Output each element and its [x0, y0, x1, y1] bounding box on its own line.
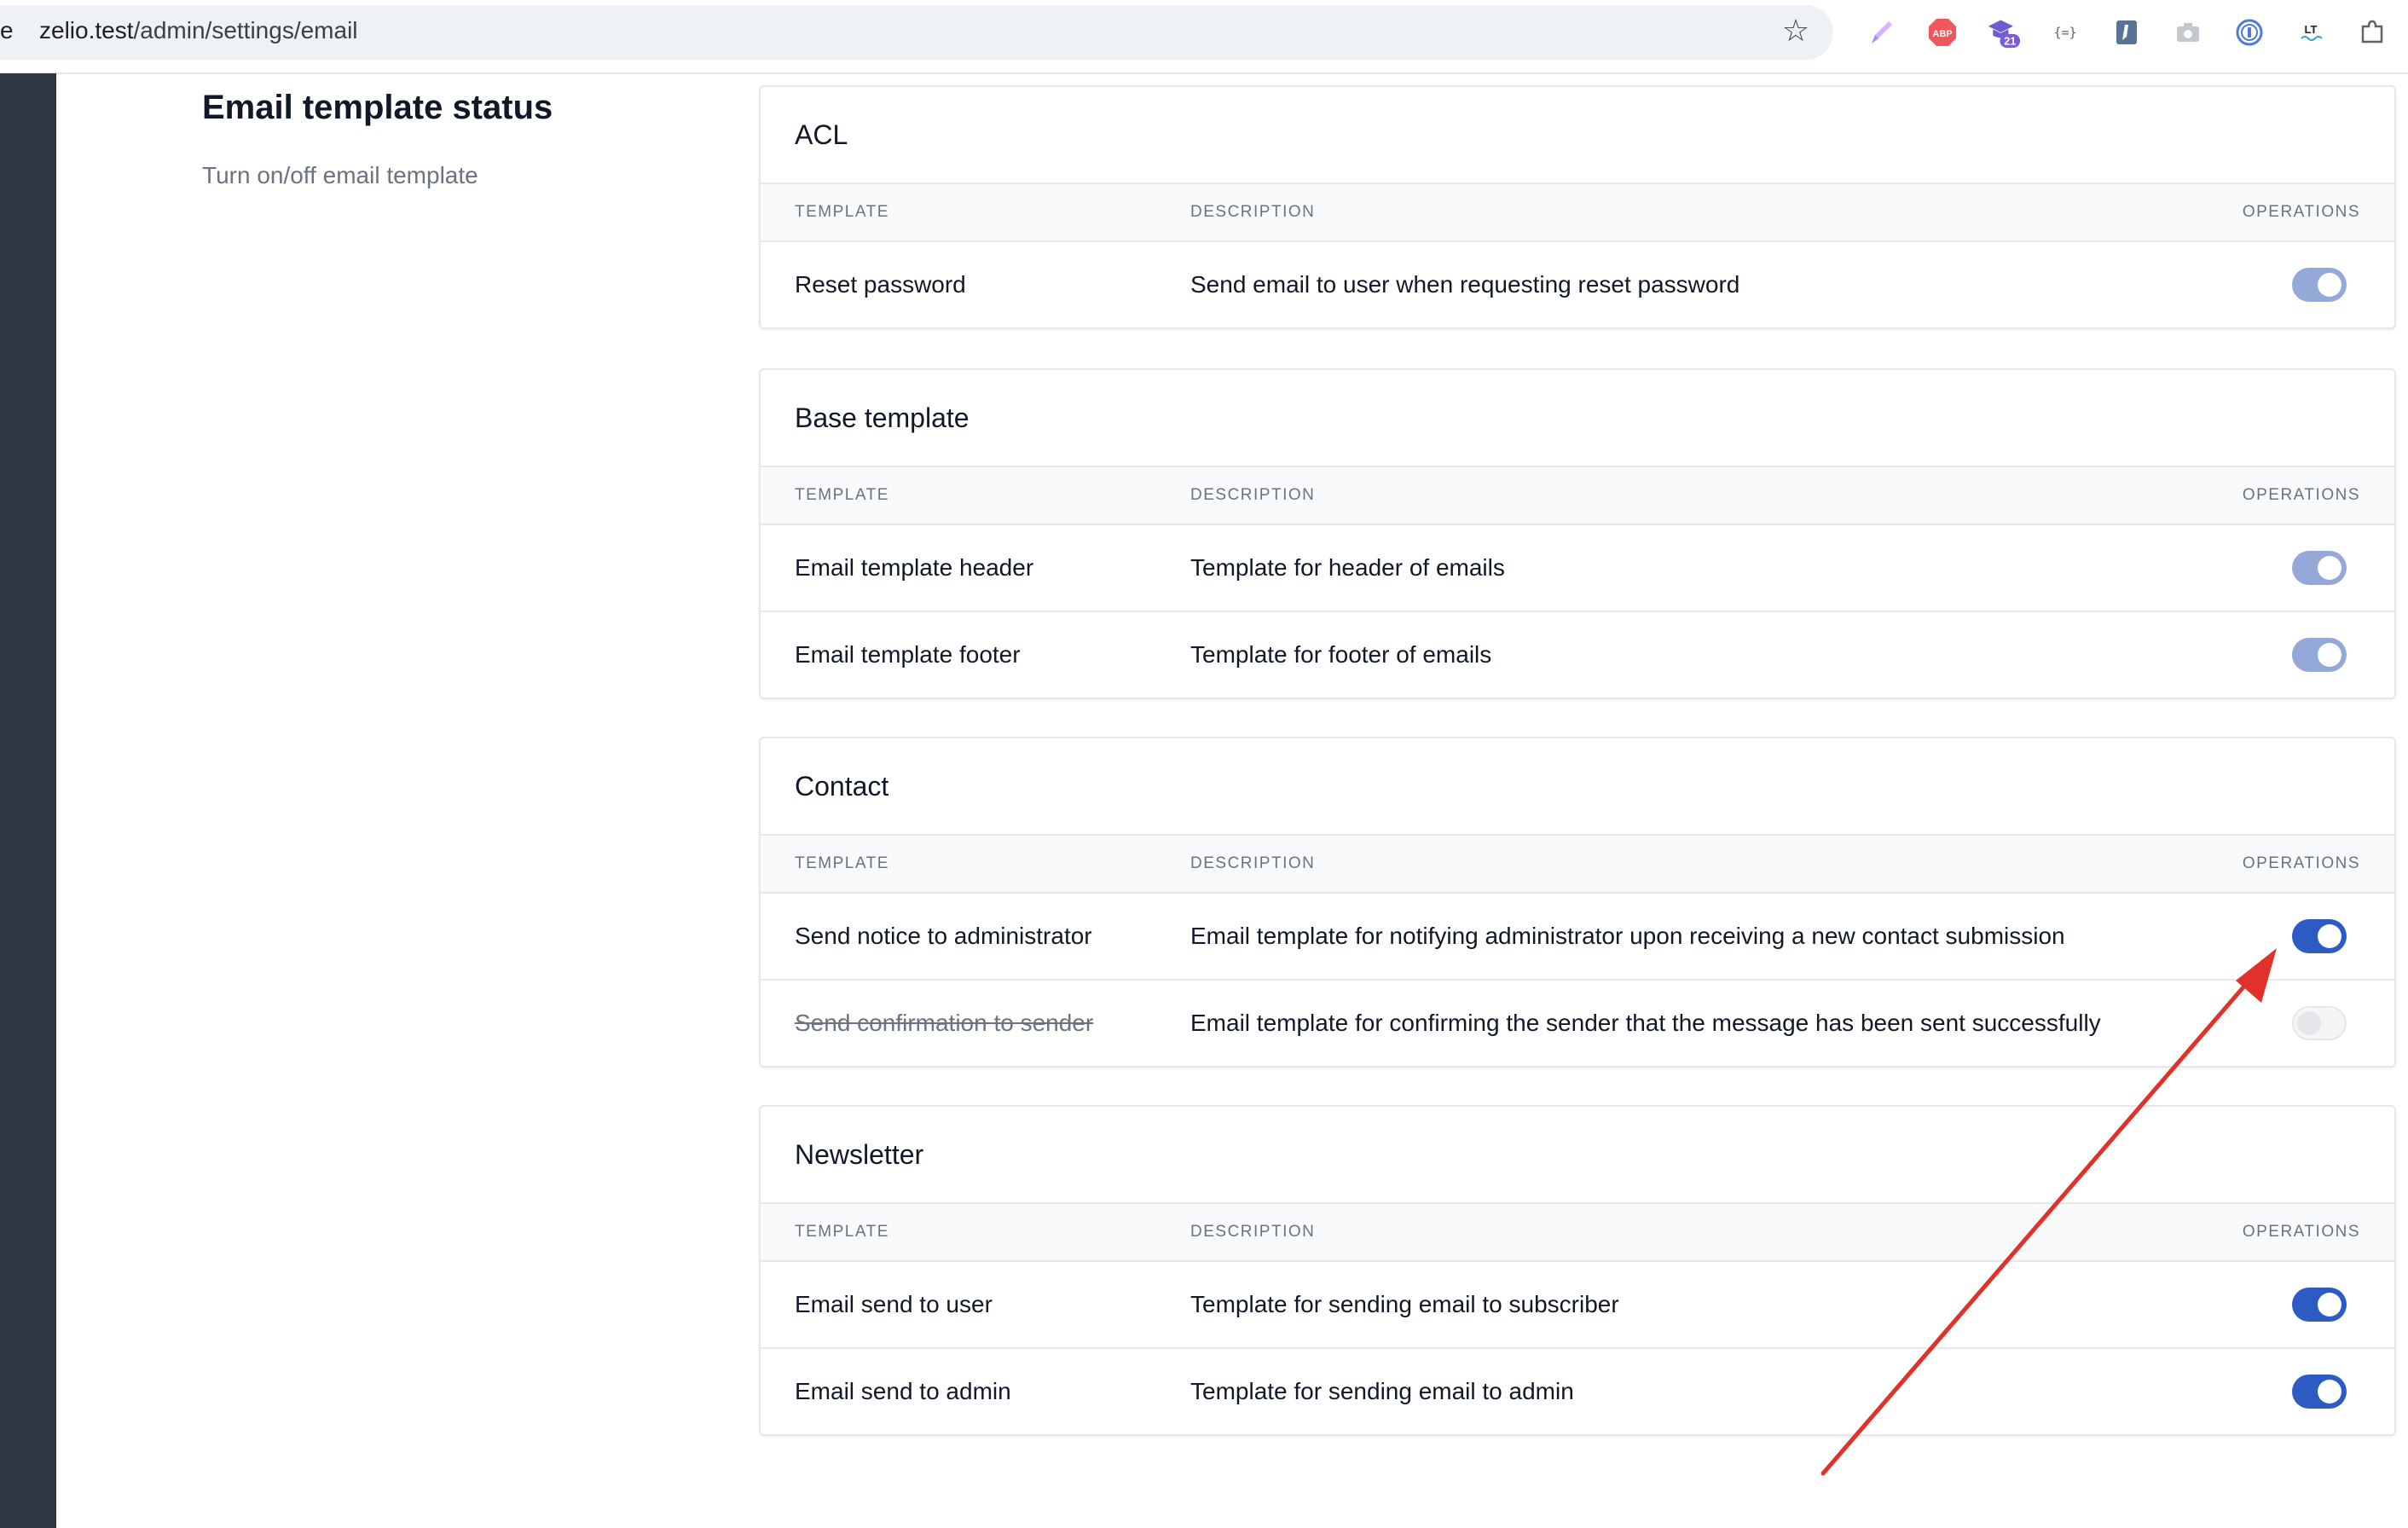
toggle-knob: [2318, 924, 2341, 948]
json-extension-icon[interactable]: {=}: [2048, 15, 2082, 49]
pen-extension-icon[interactable]: [1864, 15, 1898, 49]
header-description: DESCRIPTION: [1190, 1223, 1316, 1241]
template-description: Email template for confirming the sender…: [1190, 1010, 2101, 1036]
template-name: Email send to user: [795, 1291, 993, 1317]
camera-extension-icon[interactable]: [2171, 15, 2205, 49]
status-toggle[interactable]: [2292, 1006, 2347, 1040]
table-header: TEMPLATE DESCRIPTION OPERATIONS: [761, 467, 2394, 525]
toggle-knob: [2318, 1293, 2341, 1317]
header-description: DESCRIPTION: [1190, 854, 1316, 872]
template-description: Send email to user when requesting reset…: [1190, 271, 1740, 298]
card-title: Newsletter: [761, 1107, 2394, 1204]
card-acl: ACL TEMPLATE DESCRIPTION OPERATIONS Rese…: [759, 85, 2396, 329]
address-bar-edge-text: e: [0, 17, 14, 43]
password-manager-icon[interactable]: [2232, 15, 2266, 49]
status-toggle[interactable]: [2292, 1288, 2347, 1322]
status-toggle[interactable]: [2292, 268, 2347, 302]
browser-toolbar: e zelio.test/admin/settings/email ☆ ABP …: [0, 0, 2408, 74]
template-name: Email template header: [795, 554, 1034, 581]
card-base-template: Base template TEMPLATE DESCRIPTION OPERA…: [759, 368, 2396, 699]
template-name: Email template footer: [795, 641, 1021, 668]
header-operations: OPERATIONS: [2242, 203, 2360, 221]
header-operations: OPERATIONS: [2242, 1223, 2360, 1241]
svg-text:LT: LT: [2305, 23, 2318, 36]
languagetool-extension-icon[interactable]: LT: [2294, 15, 2328, 49]
card-title: Contact: [761, 738, 2394, 836]
url-text[interactable]: zelio.test/admin/settings/email: [39, 17, 358, 44]
status-toggle[interactable]: [2292, 919, 2347, 953]
svg-text:{=}: {=}: [2053, 25, 2076, 40]
header-description: DESCRIPTION: [1190, 486, 1316, 504]
card-title: Base template: [761, 370, 2394, 467]
template-name: Send notice to administrator: [795, 923, 1092, 949]
card-newsletter: Newsletter TEMPLATE DESCRIPTION OPERATIO…: [759, 1105, 2396, 1436]
graduation-extension-icon[interactable]: 21: [1987, 15, 2021, 49]
header-template: TEMPLATE: [795, 203, 889, 221]
table-header: TEMPLATE DESCRIPTION OPERATIONS: [761, 836, 2394, 894]
table-row: Send notice to administrator Email templ…: [761, 894, 2394, 981]
template-description: Template for sending email to subscriber: [1190, 1291, 1619, 1317]
table-header: TEMPLATE DESCRIPTION OPERATIONS: [761, 184, 2394, 242]
extension-badge: 21: [2004, 35, 2016, 48]
toggle-knob: [2297, 1011, 2321, 1035]
section-title: Email template status: [202, 89, 553, 126]
toggle-knob: [2318, 556, 2341, 580]
header-template: TEMPLATE: [795, 486, 889, 504]
toggle-knob: [2318, 643, 2341, 667]
admin-sidebar: [0, 73, 56, 1528]
template-name: Reset password: [795, 271, 966, 298]
header-template: TEMPLATE: [795, 854, 889, 872]
template-description: Template for sending email to admin: [1190, 1378, 1574, 1404]
template-description: Template for footer of emails: [1190, 641, 1492, 668]
adblock-extension-icon[interactable]: ABP: [1925, 15, 1959, 49]
toggle-knob: [2318, 273, 2341, 297]
status-toggle[interactable]: [2292, 638, 2347, 672]
template-description: Email template for notifying administrat…: [1190, 923, 2065, 949]
table-row: Email template footer Template for foote…: [761, 612, 2394, 697]
table-row: Email send to user Template for sending …: [761, 1262, 2394, 1349]
card-title: ACL: [761, 87, 2394, 184]
bookmark-star-icon[interactable]: ☆: [1779, 14, 1813, 48]
url-host: zelio.test: [39, 17, 134, 43]
table-row: Send confirmation to sender Email templa…: [761, 981, 2394, 1066]
template-description: Template for header of emails: [1190, 554, 1505, 581]
card-contact: Contact TEMPLATE DESCRIPTION OPERATIONS …: [759, 737, 2396, 1068]
extensions-puzzle-icon[interactable]: [2355, 15, 2389, 49]
svg-text:ABP: ABP: [1932, 29, 1952, 39]
header-template: TEMPLATE: [795, 1223, 889, 1241]
table-row: Email template header Template for heade…: [761, 525, 2394, 612]
url-path: /admin/settings/email: [133, 17, 358, 43]
table-header: TEMPLATE DESCRIPTION OPERATIONS: [761, 1204, 2394, 1262]
template-name: Send confirmation to sender: [795, 1010, 1094, 1036]
bookmark-extension-icon[interactable]: [2110, 15, 2144, 49]
table-row: Reset password Send email to user when r…: [761, 242, 2394, 327]
status-toggle[interactable]: [2292, 1375, 2347, 1409]
header-operations: OPERATIONS: [2242, 486, 2360, 504]
status-toggle[interactable]: [2292, 551, 2347, 585]
toggle-knob: [2318, 1380, 2341, 1404]
table-row: Email send to admin Template for sending…: [761, 1349, 2394, 1434]
header-description: DESCRIPTION: [1190, 203, 1316, 221]
section-subtitle: Turn on/off email template: [202, 162, 478, 188]
template-name: Email send to admin: [795, 1378, 1011, 1404]
header-operations: OPERATIONS: [2242, 854, 2360, 872]
